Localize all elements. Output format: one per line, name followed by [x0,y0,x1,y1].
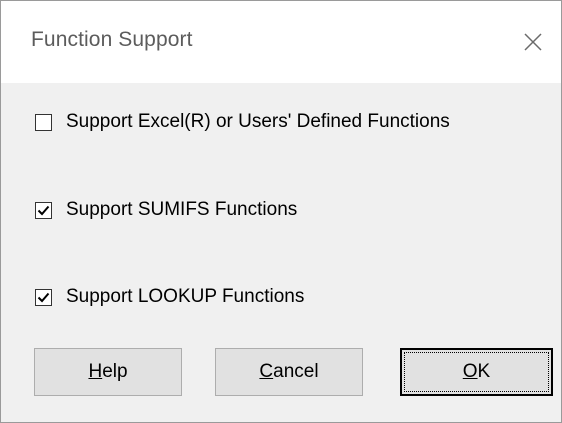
option-label: Support Excel(R) or Users' Defined Funct… [66,111,450,132]
cancel-button-label: Cancel [259,361,319,382]
help-button-label: Help [88,361,128,382]
checkbox-sumifs-functions[interactable] [35,201,52,219]
help-button[interactable]: Help [34,348,182,396]
option-lookup-functions[interactable]: Support LOOKUP Functions [35,285,304,309]
option-sumifs-functions[interactable]: Support SUMIFS Functions [35,198,297,222]
checkbox-lookup-functions[interactable] [35,288,52,306]
option-user-defined-functions[interactable]: Support Excel(R) or Users' Defined Funct… [35,110,450,134]
option-label: Support LOOKUP Functions [66,286,305,307]
check-mark-icon [37,292,50,302]
checkbox-user-defined-functions[interactable] [35,113,52,131]
close-button[interactable] [501,1,561,83]
dialog-title: Function Support [31,28,193,51]
option-label: Support SUMIFS Functions [66,199,298,220]
close-icon [524,33,542,51]
title-bar: Function Support [1,1,561,83]
ok-button-label: OK [462,361,491,382]
function-support-dialog: Function Support Support Excel(R) or Use… [0,0,562,423]
ok-button[interactable]: OK [400,348,553,396]
cancel-button[interactable]: Cancel [215,348,363,396]
check-mark-icon [37,205,50,215]
